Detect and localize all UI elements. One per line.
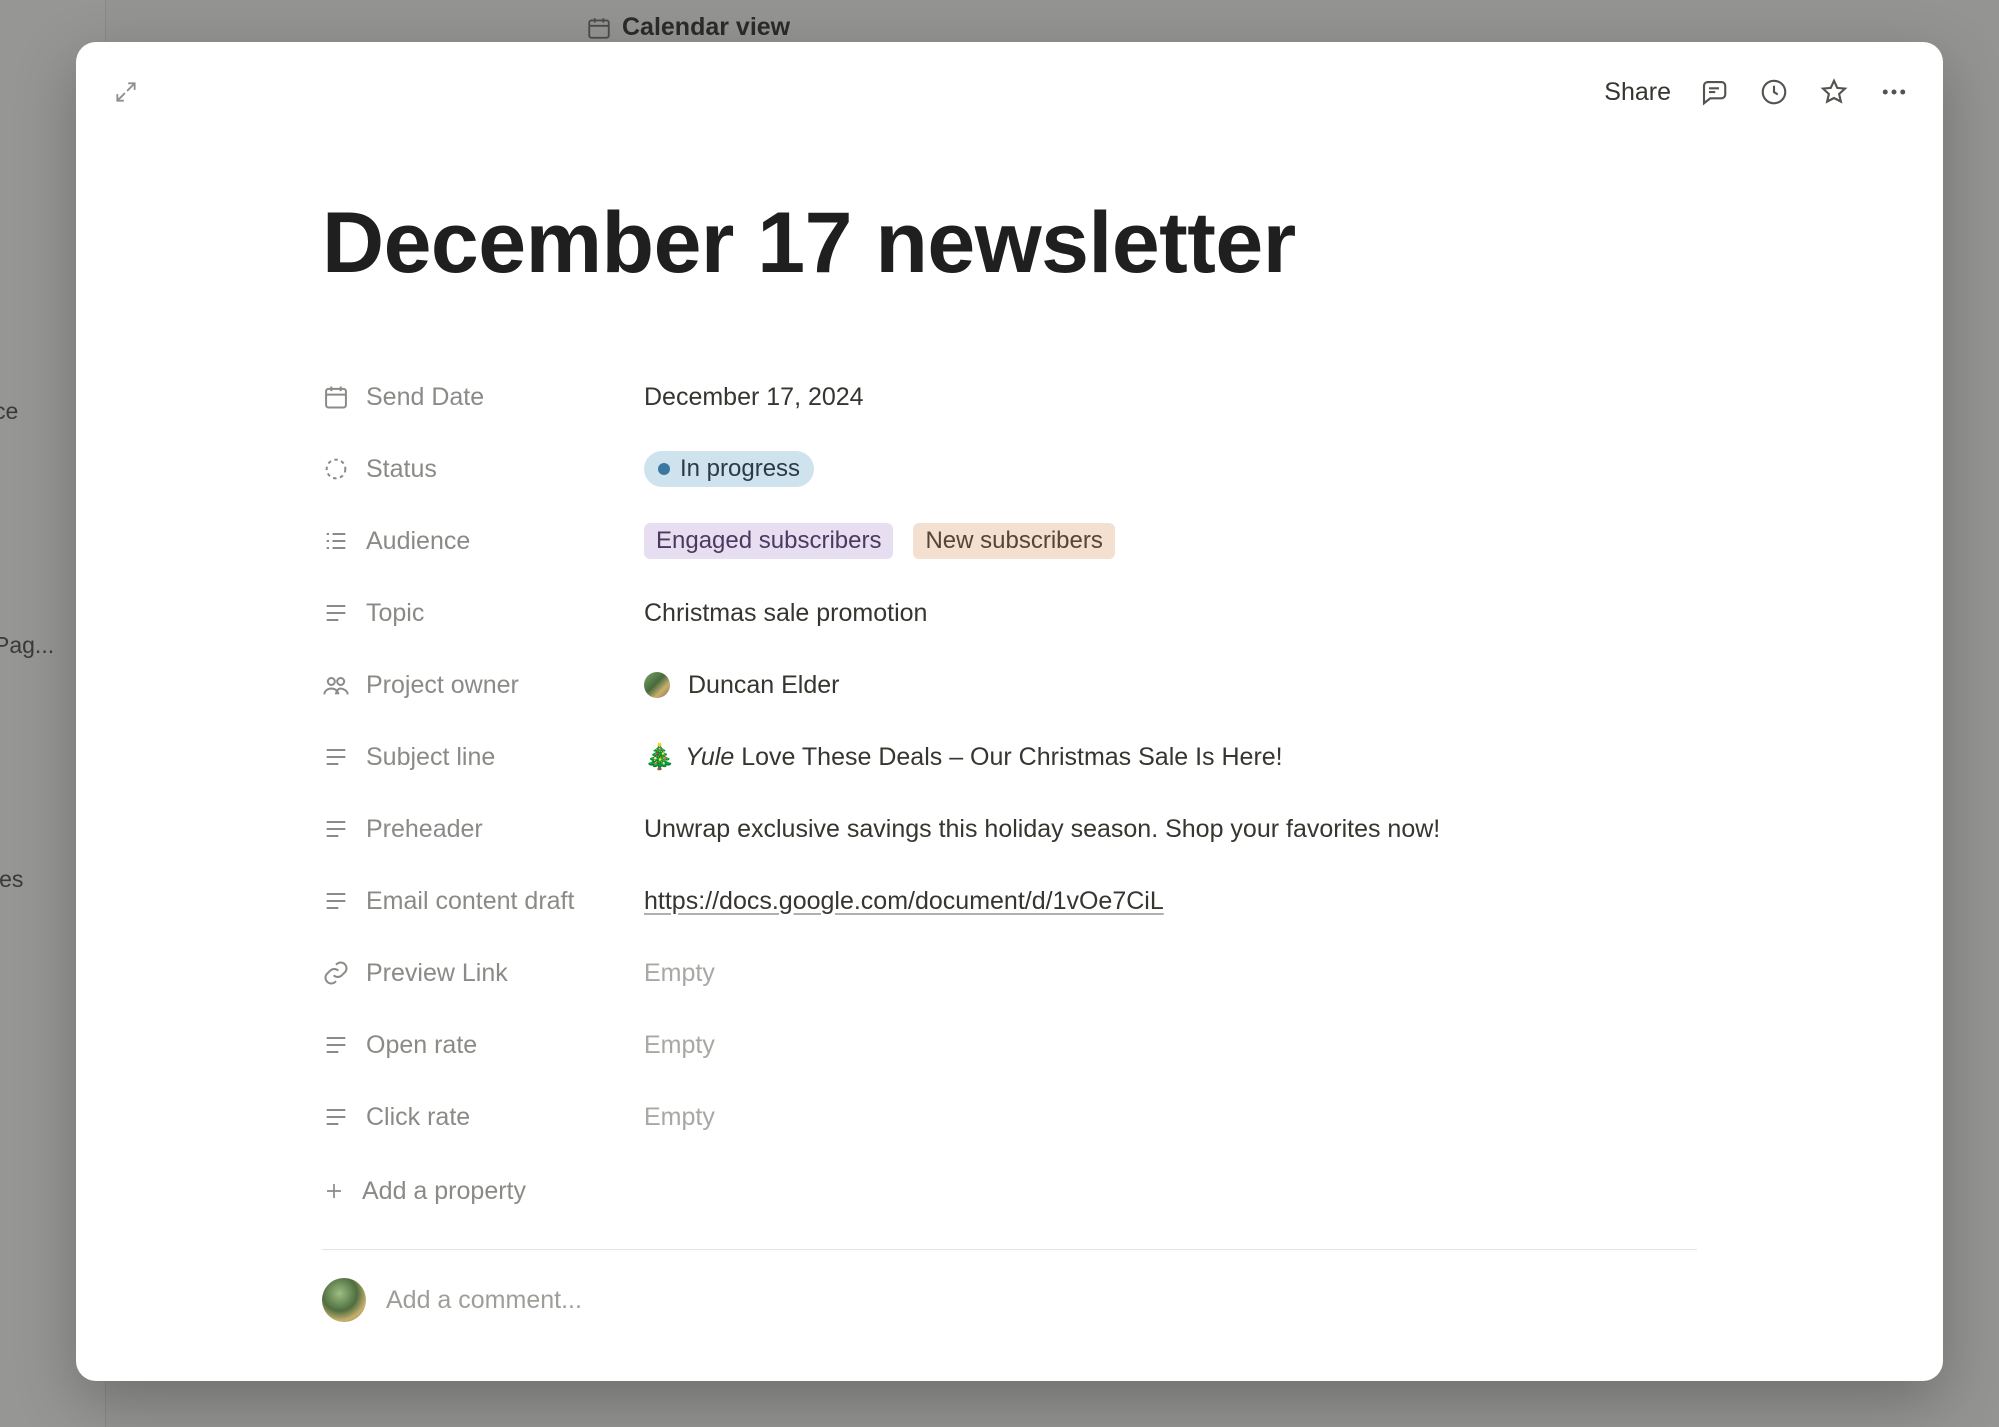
property-label: Preview Link — [322, 959, 644, 988]
property-value[interactable]: Duncan Elder — [644, 671, 1697, 700]
property-open-rate[interactable]: Open rate Empty — [322, 1009, 1697, 1081]
property-label-text: Project owner — [366, 671, 519, 700]
calendar-icon — [322, 383, 350, 411]
property-label-text: Topic — [366, 599, 424, 628]
property-value[interactable]: Empty — [644, 959, 1697, 988]
people-icon — [322, 671, 350, 699]
clock-icon — [1759, 77, 1789, 107]
owner-name: Duncan Elder — [688, 671, 839, 700]
property-value[interactable]: In progress — [644, 451, 1697, 487]
property-label: Project owner — [322, 671, 644, 700]
comment-placeholder: Add a comment... — [386, 1286, 582, 1315]
property-label-text: Open rate — [366, 1031, 477, 1060]
property-label-text: Audience — [366, 527, 470, 556]
audience-tag: Engaged subscribers — [644, 523, 893, 559]
draft-link[interactable]: https://docs.google.com/document/d/1vOe7… — [644, 887, 1164, 916]
subject-rest: Love These Deals – Our Christmas Sale Is… — [734, 743, 1282, 771]
page-body: December 17 newsletter Send Date Decembe… — [76, 142, 1943, 1381]
property-owner[interactable]: Project owner Duncan Elder — [322, 649, 1697, 721]
property-label-text: Status — [366, 455, 437, 484]
property-preheader[interactable]: Preheader Unwrap exclusive savings this … — [322, 793, 1697, 865]
property-label: Preheader — [322, 815, 644, 844]
topic-value: Christmas sale promotion — [644, 599, 927, 628]
text-icon — [322, 1103, 350, 1131]
speech-bubble-icon — [1699, 77, 1729, 107]
property-label-text: Preheader — [366, 815, 483, 844]
property-send-date[interactable]: Send Date December 17, 2024 — [322, 361, 1697, 433]
status-text: In progress — [680, 455, 800, 483]
empty-value: Empty — [644, 1103, 715, 1132]
audience-tag: New subscribers — [913, 523, 1114, 559]
property-label: Subject line — [322, 743, 644, 772]
share-button[interactable]: Share — [1604, 78, 1671, 107]
property-value[interactable]: December 17, 2024 — [644, 383, 1697, 412]
text-icon — [322, 815, 350, 843]
property-label: Send Date — [322, 383, 644, 412]
property-audience[interactable]: Audience Engaged subscribers New subscri… — [322, 505, 1697, 577]
property-click-rate[interactable]: Click rate Empty — [322, 1081, 1697, 1153]
topbar-actions: Share — [1604, 75, 1911, 109]
property-label-text: Send Date — [366, 383, 484, 412]
property-value[interactable]: Empty — [644, 1103, 1697, 1132]
property-value[interactable]: Unwrap exclusive savings this holiday se… — [644, 815, 1697, 844]
empty-value: Empty — [644, 959, 715, 988]
ellipsis-icon — [1879, 77, 1909, 107]
empty-value: Empty — [644, 1031, 715, 1060]
owner-avatar — [644, 672, 670, 698]
property-value[interactable]: Christmas sale promotion — [644, 599, 1697, 628]
property-draft[interactable]: Email content draft https://docs.google.… — [322, 865, 1697, 937]
user-avatar — [322, 1278, 366, 1322]
expand-icon — [113, 79, 139, 105]
property-label-text: Click rate — [366, 1103, 470, 1132]
property-label: Status — [322, 455, 644, 484]
status-icon — [322, 455, 350, 483]
tree-emoji-icon: 🎄 — [644, 743, 675, 772]
text-icon — [322, 743, 350, 771]
property-label: Audience — [322, 527, 644, 556]
text-icon — [322, 599, 350, 627]
property-status[interactable]: Status In progress — [322, 433, 1697, 505]
property-label: Topic — [322, 599, 644, 628]
property-preview-link[interactable]: Preview Link Empty — [322, 937, 1697, 1009]
status-pill: In progress — [644, 451, 814, 487]
add-property-button[interactable]: Add a property — [322, 1161, 1697, 1221]
properties-list: Send Date December 17, 2024 Status — [322, 361, 1697, 1322]
more-button[interactable] — [1877, 75, 1911, 109]
property-label: Click rate — [322, 1103, 644, 1132]
expand-button[interactable] — [108, 74, 144, 110]
link-icon — [322, 959, 350, 987]
property-value[interactable]: Engaged subscribers New subscribers — [644, 523, 1697, 559]
page-title[interactable]: December 17 newsletter — [322, 194, 1697, 293]
updates-button[interactable] — [1757, 75, 1791, 109]
subject-italic: Yule — [685, 743, 734, 771]
comment-input-row[interactable]: Add a comment... — [322, 1278, 1697, 1322]
text-icon — [322, 887, 350, 915]
send-date-value: December 17, 2024 — [644, 383, 864, 412]
favorite-button[interactable] — [1817, 75, 1851, 109]
plus-icon — [322, 1179, 346, 1203]
property-label-text: Email content draft — [366, 887, 574, 916]
property-label-text: Subject line — [366, 743, 495, 772]
property-label-text: Preview Link — [366, 959, 508, 988]
page-modal: Share Decemb — [76, 42, 1943, 1381]
text-icon — [322, 1031, 350, 1059]
modal-topbar: Share — [76, 42, 1943, 142]
preheader-value: Unwrap exclusive savings this holiday se… — [644, 815, 1440, 844]
property-label: Email content draft — [322, 887, 644, 916]
status-dot-icon — [658, 463, 670, 475]
property-topic[interactable]: Topic Christmas sale promotion — [322, 577, 1697, 649]
property-value[interactable]: Empty — [644, 1031, 1697, 1060]
property-label: Open rate — [322, 1031, 644, 1060]
multiselect-icon — [322, 527, 350, 555]
divider — [322, 1249, 1697, 1250]
property-subject[interactable]: Subject line 🎄 Yule Love These Deals – O… — [322, 721, 1697, 793]
property-value[interactable]: 🎄 Yule Love These Deals – Our Christmas … — [644, 743, 1697, 772]
star-icon — [1819, 77, 1849, 107]
add-property-label: Add a property — [362, 1177, 526, 1206]
comments-button[interactable] — [1697, 75, 1731, 109]
property-value[interactable]: https://docs.google.com/document/d/1vOe7… — [644, 887, 1697, 916]
